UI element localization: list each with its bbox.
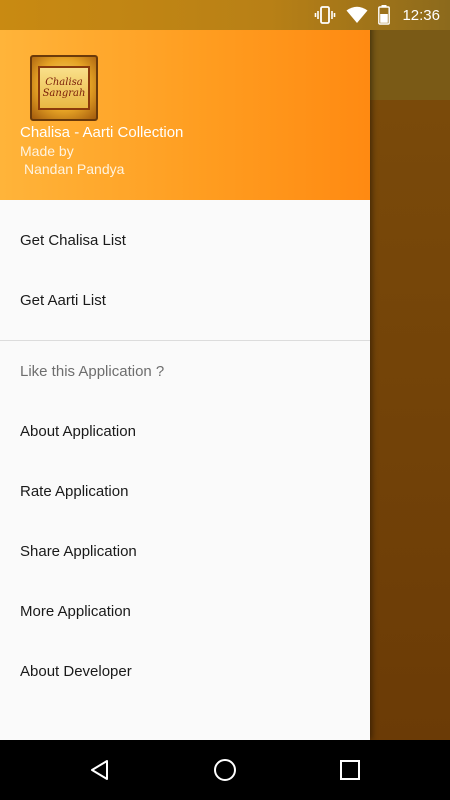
menu-item-get-chalisa-list[interactable]: Get Chalisa List bbox=[0, 210, 370, 270]
logo-text-line1: Chalisa bbox=[45, 77, 83, 88]
app-logo-plaque: Chalisa Sangrah bbox=[38, 66, 90, 110]
menu-spacer bbox=[0, 330, 370, 340]
vibrate-icon bbox=[314, 6, 336, 24]
menu-item-get-aarti-list[interactable]: Get Aarti List bbox=[0, 270, 370, 330]
menu-item-more-application[interactable]: More Application bbox=[0, 581, 370, 641]
logo-text-line2: Sangrah bbox=[42, 88, 86, 99]
app-title: Chalisa - Aarti Collection bbox=[20, 124, 184, 141]
made-by-label: Made by bbox=[20, 143, 74, 159]
section-header-like-app: Like this Application ? bbox=[20, 362, 165, 380]
menu-item-rate-application[interactable]: Rate Application bbox=[0, 461, 370, 521]
recents-icon[interactable] bbox=[320, 740, 380, 800]
drawer-header: Chalisa Sangrah Chalisa - Aarti Collecti… bbox=[0, 0, 370, 200]
menu-item-share-application[interactable]: Share Application bbox=[0, 521, 370, 581]
screen: 12:36 Chalisa Sangrah Chalisa - Aarti Co… bbox=[0, 0, 450, 800]
drawer-menu: Get Chalisa List Get Aarti List Like thi… bbox=[0, 210, 370, 701]
navigation-drawer: Chalisa Sangrah Chalisa - Aarti Collecti… bbox=[0, 0, 370, 740]
app-logo: Chalisa Sangrah bbox=[30, 55, 98, 121]
author-name: Nandan Pandya bbox=[24, 161, 125, 177]
status-time: 12:36 bbox=[402, 6, 440, 24]
drawer-header-text: Chalisa - Aarti Collection Made by Nanda… bbox=[20, 124, 183, 178]
status-bar: 12:36 bbox=[0, 0, 450, 30]
back-icon[interactable] bbox=[70, 740, 130, 800]
home-icon[interactable] bbox=[195, 740, 255, 800]
menu-item-about-developer[interactable]: About Developer bbox=[0, 641, 370, 701]
system-nav-bar bbox=[0, 740, 450, 800]
status-icons: 12:36 bbox=[314, 0, 440, 30]
wifi-icon bbox=[346, 6, 368, 24]
battery-icon bbox=[378, 5, 391, 25]
menu-item-about-application[interactable]: About Application bbox=[0, 401, 370, 461]
